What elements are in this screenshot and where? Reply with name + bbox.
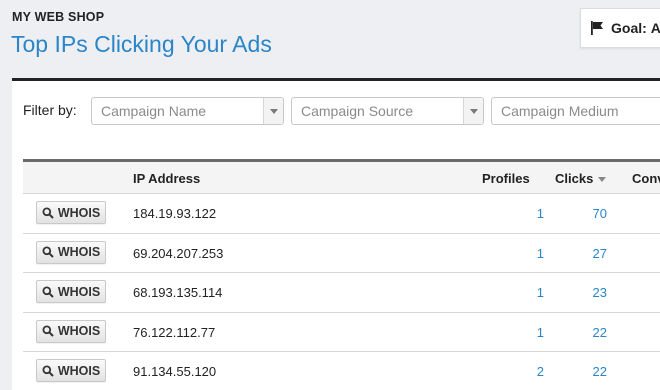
ip-address: 184.19.93.122 <box>133 206 217 221</box>
goal-value: Al <box>650 20 660 36</box>
table-header: IP Address Profiles Clicks Conv <box>23 162 660 194</box>
table-row: WHOIS 69.204.207.253 1 27 <box>23 233 660 273</box>
profiles-link[interactable]: 2 <box>504 364 544 379</box>
ip-address: 76.122.112.77 <box>133 324 216 340</box>
profiles-link[interactable]: 1 <box>504 325 544 340</box>
clicks-link[interactable]: 22 <box>573 325 607 340</box>
page-title: Top IPs Clicking Your Ads <box>11 31 272 57</box>
search-icon <box>42 365 54 377</box>
ip-table: IP Address Profiles Clicks Conv WHOIS 18… <box>23 159 660 390</box>
whois-label: WHOIS <box>57 284 101 299</box>
clicks-link[interactable]: 70 <box>573 206 607 221</box>
table-row: WHOIS 68.193.135.114 1 23 <box>23 273 660 313</box>
goal-selector[interactable]: Goal: Al <box>580 8 660 48</box>
whois-label: WHOIS <box>57 363 101 378</box>
ip-address: 69.204.207.253 <box>133 245 224 261</box>
chevron-down-icon[interactable] <box>263 98 283 124</box>
profiles-link[interactable]: 1 <box>504 246 544 261</box>
ip-address: 91.134.55.120 <box>133 364 217 379</box>
profiles-link[interactable]: 1 <box>504 206 544 221</box>
search-icon <box>42 246 54 258</box>
filter-label: Filter by: <box>23 102 77 118</box>
goal-label: Goal: <box>611 20 647 36</box>
whois-button[interactable]: WHOIS <box>36 359 106 382</box>
whois-button[interactable]: WHOIS <box>36 240 106 264</box>
column-header-conversions[interactable]: Conv <box>632 171 660 186</box>
campaign-source-select[interactable]: Campaign Source <box>291 97 484 125</box>
shop-name: MY WEB SHOP <box>12 10 105 24</box>
ip-address: 68.193.135.114 <box>133 285 223 300</box>
campaign-medium-select[interactable]: Campaign Medium <box>491 97 660 125</box>
whois-label: WHOIS <box>57 205 101 220</box>
column-header-ip[interactable]: IP Address <box>133 171 200 186</box>
whois-label: WHOIS <box>57 324 101 338</box>
sort-descending-icon <box>598 177 607 183</box>
main-panel: Filter by: Campaign Name Campaign Source… <box>12 78 660 390</box>
campaign-name-placeholder: Campaign Name <box>101 103 207 119</box>
campaign-source-placeholder: Campaign Source <box>301 103 414 119</box>
filter-bar: Filter by: Campaign Name Campaign Source… <box>12 81 660 141</box>
table-row: WHOIS 91.134.55.120 2 22 <box>23 352 660 390</box>
column-header-clicks-label: Clicks <box>555 171 594 186</box>
column-header-clicks[interactable]: Clicks <box>555 171 607 186</box>
chevron-down-icon[interactable] <box>463 98 483 124</box>
clicks-link[interactable]: 27 <box>573 246 607 261</box>
search-icon <box>42 286 54 298</box>
column-header-profiles[interactable]: Profiles <box>482 171 530 186</box>
table-row: WHOIS 184.19.93.122 1 70 <box>23 194 660 234</box>
profiles-link[interactable]: 1 <box>504 285 544 300</box>
clicks-link[interactable]: 22 <box>573 364 607 379</box>
whois-button[interactable]: WHOIS <box>36 280 106 303</box>
flag-icon <box>591 21 603 35</box>
clicks-link[interactable]: 23 <box>573 285 607 300</box>
whois-button[interactable]: WHOIS <box>36 319 106 343</box>
search-icon <box>42 207 54 219</box>
search-icon <box>42 325 54 337</box>
campaign-name-select[interactable]: Campaign Name <box>91 97 284 125</box>
whois-button[interactable]: WHOIS <box>36 201 106 224</box>
table-row: WHOIS 76.122.112.77 1 22 <box>23 312 660 352</box>
campaign-medium-placeholder: Campaign Medium <box>501 103 619 119</box>
whois-label: WHOIS <box>57 245 101 259</box>
